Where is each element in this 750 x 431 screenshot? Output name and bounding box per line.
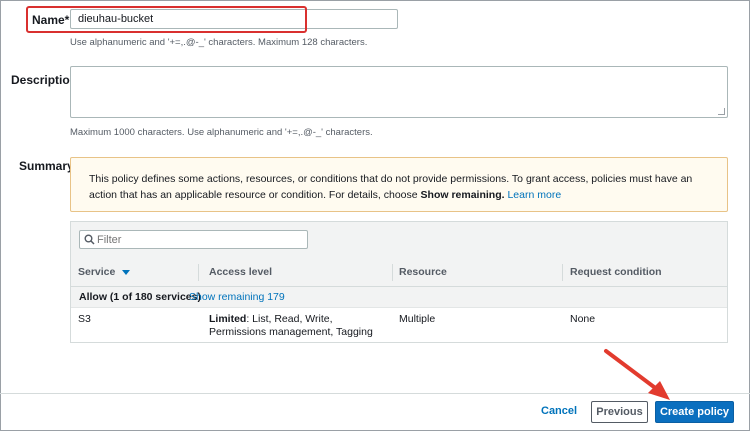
policy-summary-table: Service Access level Resource Request co… [70, 221, 728, 343]
warning-bold-text: Show remaining. [420, 189, 505, 201]
resize-grip-icon[interactable] [718, 108, 725, 115]
table-header: Service Access level Resource Request co… [71, 258, 727, 287]
name-field[interactable] [70, 9, 398, 29]
description-textarea[interactable] [71, 67, 727, 117]
learn-more-link[interactable]: Learn more [507, 189, 561, 201]
column-separator [198, 264, 199, 281]
filter-field[interactable] [79, 230, 308, 249]
column-header-resource[interactable]: Resource [399, 258, 447, 286]
name-input[interactable] [78, 12, 378, 26]
column-header-service[interactable]: Service [78, 258, 131, 286]
name-label: Name* [32, 13, 70, 27]
warning-text: This policy defines some actions, resour… [89, 173, 693, 201]
allow-group-label: Allow (1 of 180 services) [79, 291, 201, 303]
access-level-cell: Limited: List, Read, Write, Permissions … [209, 313, 373, 338]
column-separator [392, 264, 393, 281]
description-hint: Maximum 1000 characters. Use alphanumeri… [70, 127, 373, 138]
filter-bar [71, 222, 727, 258]
allow-group-row: Allow (1 of 180 services) Show remaining… [71, 287, 727, 308]
search-icon [84, 234, 95, 245]
column-header-access-level[interactable]: Access level [209, 258, 272, 286]
summary-label: Summary [19, 159, 74, 173]
policy-warning-alert: This policy defines some actions, resour… [70, 157, 728, 212]
name-hint: Use alphanumeric and '+=,.@-_' character… [70, 37, 368, 48]
column-header-request-condition[interactable]: Request condition [570, 258, 662, 286]
show-remaining-link[interactable]: Show remaining 179 [189, 287, 285, 307]
service-link-s3[interactable]: S3 [78, 313, 91, 326]
description-field[interactable] [70, 66, 728, 118]
sort-down-icon[interactable] [122, 269, 131, 275]
resource-cell: Multiple [399, 313, 436, 325]
column-separator [562, 264, 563, 281]
description-label: Description [11, 73, 78, 87]
annotation-arrow-icon [604, 349, 670, 400]
cancel-button[interactable]: Cancel [541, 405, 577, 417]
request-condition-cell: None [570, 313, 596, 325]
filter-input[interactable] [97, 233, 297, 246]
